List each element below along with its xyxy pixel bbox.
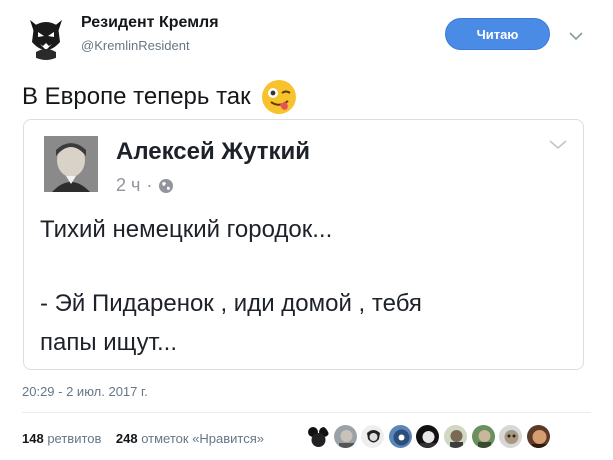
chevron-down-icon[interactable]: [566, 26, 586, 46]
liker-avatar[interactable]: [387, 424, 413, 449]
quote-text-line: папы ищут...: [40, 329, 178, 356]
quote-author-name: Алексей Жуткий: [116, 138, 311, 165]
liker-avatar[interactable]: [470, 424, 496, 449]
quote-text-line: Тихий немецкий городок...: [40, 216, 333, 243]
liker-avatar[interactable]: [442, 424, 468, 449]
author-handle[interactable]: @KremlinResident: [81, 38, 190, 53]
likers-avatars: [305, 424, 553, 449]
quote-separator: ·: [146, 175, 153, 195]
retweets-count[interactable]: 148: [22, 431, 44, 446]
likes-label[interactable]: отметок «Нравится»: [141, 431, 264, 446]
tweet-timestamp[interactable]: 20:29 - 2 июл. 2017 г.: [22, 384, 148, 399]
author-avatar[interactable]: [22, 12, 70, 60]
liker-avatar[interactable]: [415, 424, 441, 449]
quoted-image-card[interactable]: Алексей Жуткий 2 ч · Тихий немецкий горо…: [23, 119, 584, 370]
liker-avatar[interactable]: [360, 424, 386, 449]
globe-icon: [158, 178, 174, 194]
liker-avatar[interactable]: [305, 424, 330, 449]
likes-count[interactable]: 248: [116, 431, 138, 446]
liker-avatar[interactable]: [332, 424, 358, 449]
quote-meta: 2 ч ·: [116, 175, 174, 196]
quote-text-line: - Эй Пидаренок , иди домой , тебя: [40, 290, 422, 317]
quote-time: 2 ч: [116, 175, 141, 195]
author-name[interactable]: Резидент Кремля: [81, 14, 219, 32]
tweet-text-content: В Европе теперь так: [22, 83, 251, 110]
divider: [22, 412, 591, 413]
tweet-text: В Европе теперь так: [22, 79, 297, 115]
following-button[interactable]: Читаю: [445, 18, 550, 50]
retweets-label[interactable]: ретвитов: [47, 431, 101, 446]
quote-author-photo: [44, 136, 98, 192]
tweet-stats: 148 ретвитов 248 отметок «Нравится»: [22, 431, 264, 446]
winking-face-with-tongue-icon: [261, 79, 297, 115]
liker-avatar[interactable]: [525, 424, 551, 449]
liker-avatar[interactable]: [498, 424, 524, 449]
quote-chevron-down-icon: [548, 138, 568, 152]
